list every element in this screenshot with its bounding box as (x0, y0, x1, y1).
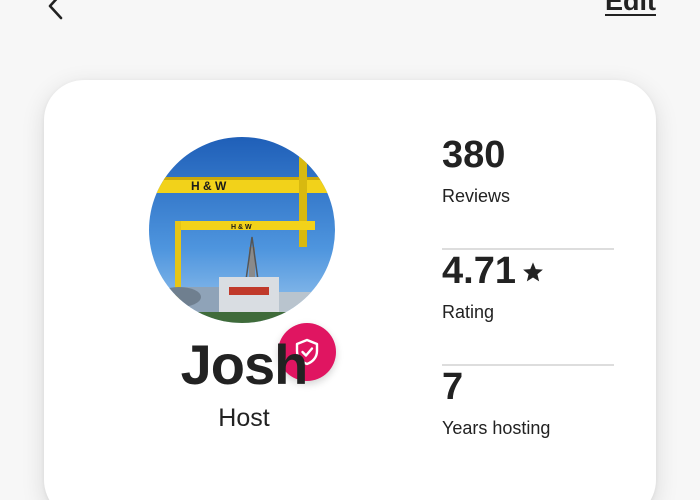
years-hosting-value: 7 (442, 366, 464, 408)
crane-lettering-1: H & W (191, 179, 227, 193)
stat-value: 380 (442, 134, 505, 177)
star-icon (522, 261, 544, 283)
stat-label: Reviews (442, 186, 511, 206)
stat-reviews[interactable]: 380 Reviews (442, 134, 614, 250)
host-profile-page: Edit H & W H & W Josh Host 380 Reviews 4… (0, 0, 700, 500)
back-button[interactable] (38, 0, 74, 24)
host-stats: 380 Reviews 4.71 Rating 7 Years hosting (442, 134, 614, 482)
stat-rating[interactable]: 4.71 Rating (442, 250, 614, 366)
stat-value: 7 (442, 366, 463, 409)
host-profile-card: H & W H & W Josh Host 380 Reviews 4.71 R… (44, 80, 656, 500)
avatar[interactable]: H & W H & W (149, 137, 335, 323)
top-bar: Edit (0, 0, 700, 40)
stat-label: Years hosting (442, 418, 551, 438)
avatar-container: H & W H & W (149, 137, 339, 381)
stat-label: Rating (442, 302, 495, 322)
stat-years-hosting[interactable]: 7 Years hosting (442, 366, 614, 482)
reviews-count: 380 (442, 134, 506, 176)
host-role: Host (218, 404, 270, 432)
host-name: Josh (180, 333, 309, 396)
avatar-photo: H & W H & W (149, 137, 335, 323)
stat-value: 4.71 (442, 250, 544, 293)
chevron-left-icon (48, 0, 63, 20)
rating-value: 4.71 (442, 250, 516, 292)
crane-lettering-2: H & W (231, 224, 252, 231)
edit-link[interactable]: Edit (605, 0, 656, 17)
